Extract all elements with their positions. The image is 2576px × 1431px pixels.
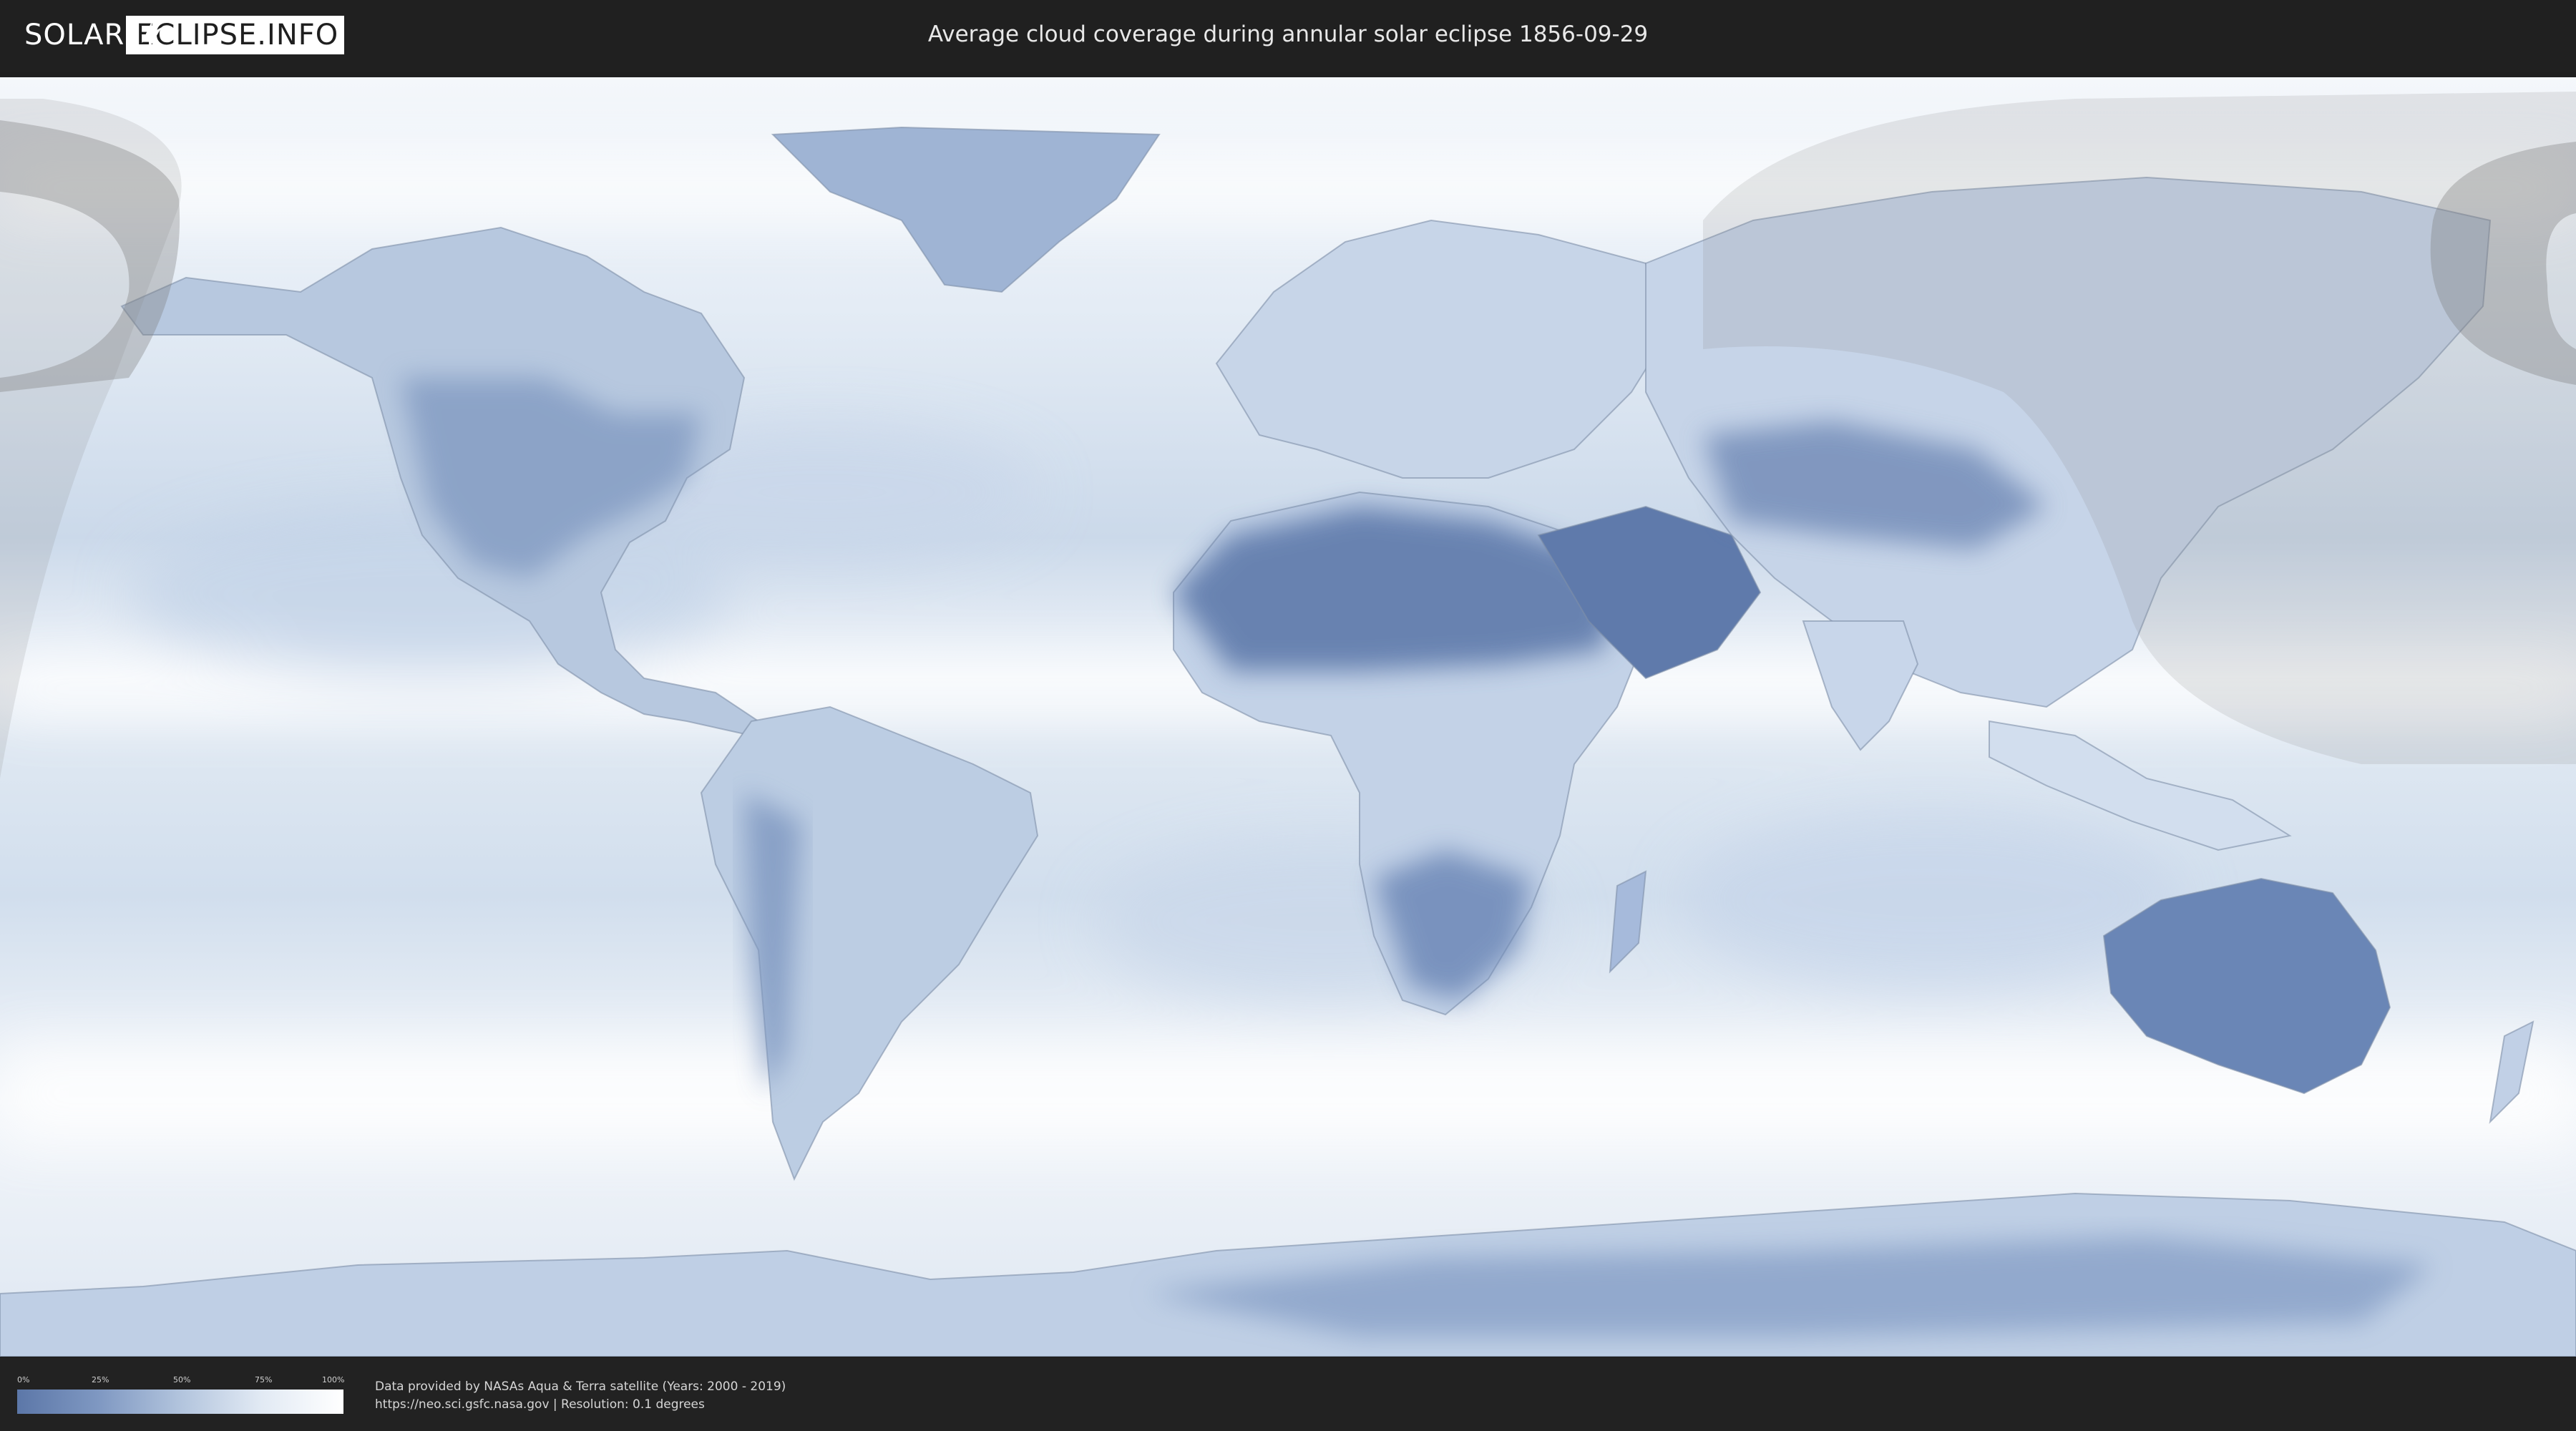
legend-tick-75: 75%	[255, 1375, 273, 1384]
page-title: Average cloud coverage during annular so…	[927, 21, 1649, 47]
cloud-coverage-legend: 0% 25% 50% 75% 100%	[17, 1375, 345, 1414]
legend-tick-50: 50%	[173, 1375, 191, 1384]
cloud-coverage-map[interactable]	[0, 77, 2576, 1357]
legend-ticks: 0% 25% 50% 75% 100%	[17, 1375, 345, 1387]
legend-tick-0: 0%	[17, 1375, 30, 1384]
credits-line-1: Data provided by NASAs Aqua & Terra sate…	[375, 1379, 786, 1394]
legend-color-bar	[17, 1390, 343, 1414]
legend-tick-25: 25%	[92, 1375, 109, 1384]
footer-bar: 0% 25% 50% 75% 100% Data provided by NAS…	[0, 1358, 2576, 1431]
data-credits: Data provided by NASAs Aqua & Terra sate…	[375, 1378, 786, 1414]
credits-line-2: https://neo.sci.gsfc.nasa.gov | Resoluti…	[375, 1397, 705, 1412]
map-canvas	[0, 77, 2576, 1357]
header-bar: SOLAR ECLIPSE.INFO Average cloud coverag…	[0, 0, 2576, 72]
legend-tick-100: 100%	[322, 1375, 345, 1384]
